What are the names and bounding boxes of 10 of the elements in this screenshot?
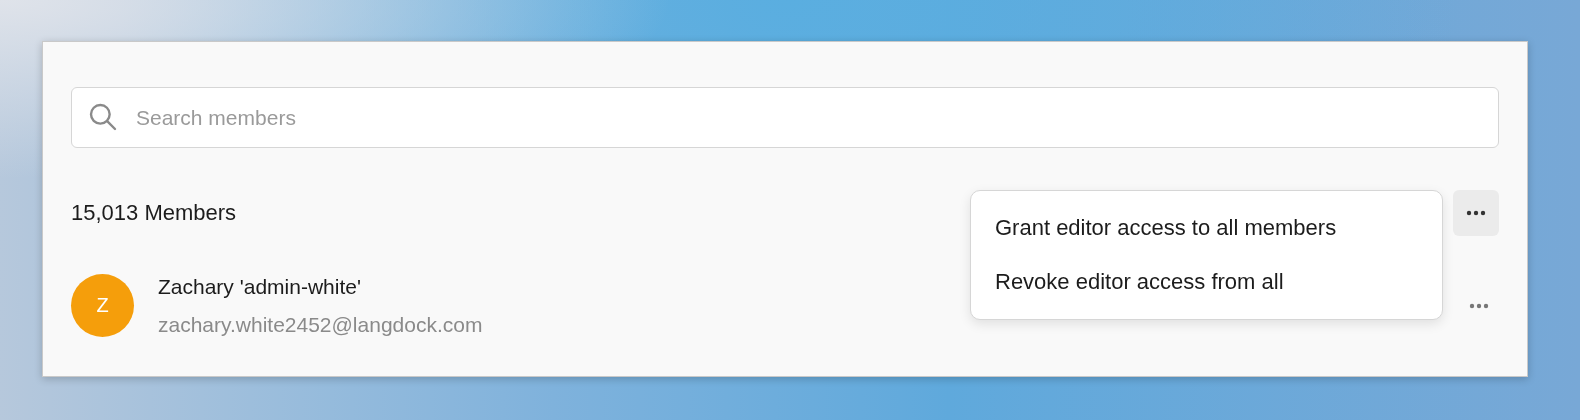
avatar: Z: [71, 274, 134, 337]
menu-item[interactable]: Revoke editor access from all: [971, 255, 1442, 309]
more-button[interactable]: [1453, 190, 1499, 236]
more-icon: [1466, 210, 1486, 216]
search-field[interactable]: Search members: [71, 87, 1499, 148]
member-name: Zachary 'admin-white': [158, 274, 361, 299]
member-count: 15,013 Members: [71, 200, 237, 226]
menu-item[interactable]: Grant editor access to all members: [971, 201, 1442, 255]
member-email: zachary.white2452@langdock.com: [158, 312, 483, 337]
more-icon: [1469, 302, 1489, 309]
